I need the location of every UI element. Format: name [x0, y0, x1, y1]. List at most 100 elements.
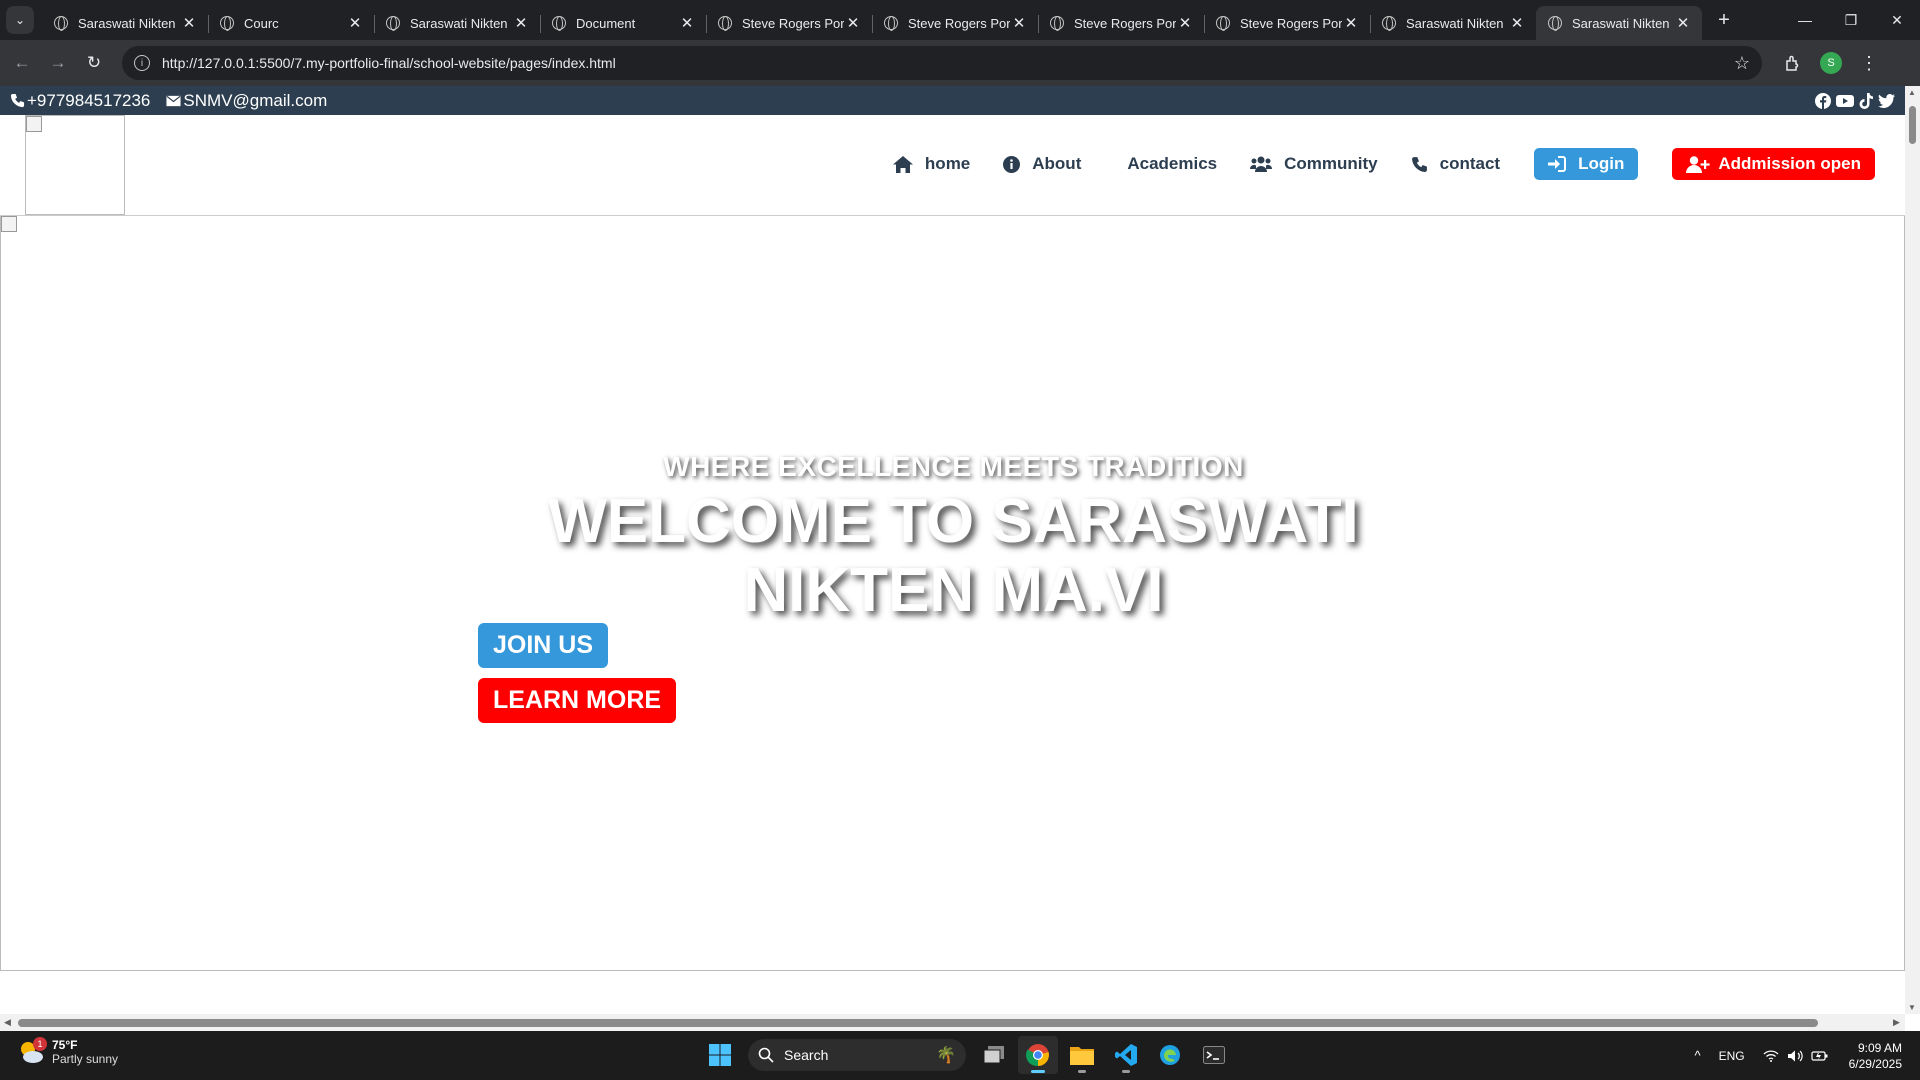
site-header: home About Academics Community contact L…	[0, 115, 1905, 216]
facebook-icon[interactable]	[1815, 92, 1831, 109]
folder-icon	[1070, 1047, 1094, 1065]
browser-tab[interactable]: Steve Rogers Portf ✕	[872, 6, 1038, 40]
horizontal-scroll-thumb[interactable]	[18, 1019, 1818, 1027]
browser-tab[interactable]: Document ✕	[540, 6, 706, 40]
address-bar[interactable]: i http://127.0.0.1:5500/7.my-portfolio-f…	[122, 46, 1762, 80]
tab-search-button[interactable]: ⌄	[6, 6, 34, 34]
close-window-button[interactable]: ✕	[1874, 0, 1920, 40]
new-tab-button[interactable]: +	[1710, 9, 1738, 32]
address-url[interactable]: http://127.0.0.1:5500/7.my-portfolio-fin…	[162, 55, 1734, 71]
bookmark-star-icon[interactable]: ☆	[1734, 53, 1750, 74]
wifi-icon[interactable]	[1763, 1049, 1779, 1062]
system-clock[interactable]: 9:09 AM 6/29/2025	[1849, 1040, 1902, 1072]
close-tab-icon[interactable]: ✕	[1508, 14, 1526, 32]
browser-tab[interactable]: Saraswati Nikten M ✕	[374, 6, 540, 40]
battery-icon[interactable]	[1811, 1049, 1829, 1063]
tab-title: Steve Rogers Portf	[742, 15, 844, 31]
scroll-up-icon[interactable]: ▲	[1908, 88, 1916, 97]
horizontal-scrollbar[interactable]: ◀ ▶	[0, 1014, 1905, 1031]
browser-menu-icon[interactable]: ⋮	[1860, 53, 1878, 74]
tab-title: Saraswati Nikten M	[78, 15, 180, 31]
chrome-app[interactable]	[1018, 1036, 1058, 1074]
taskbar-search[interactable]: Search 🌴	[748, 1039, 966, 1071]
close-tab-icon[interactable]: ✕	[1674, 14, 1692, 32]
globe-icon	[1382, 16, 1396, 31]
forward-button[interactable]: →	[40, 53, 76, 73]
weather-desc: Partly sunny	[52, 1052, 119, 1066]
vertical-scrollbar[interactable]: ▲ ▼	[1905, 86, 1920, 1014]
search-highlight-icon: 🌴	[936, 1047, 956, 1064]
close-tab-icon[interactable]: ✕	[512, 14, 530, 32]
windows-logo-icon	[709, 1044, 731, 1066]
admission-label: Addmission open	[1718, 154, 1861, 173]
login-button[interactable]: Login	[1534, 148, 1639, 180]
nav-about[interactable]: About	[1003, 154, 1081, 174]
join-us-button[interactable]: JOIN US	[478, 623, 609, 668]
nav-community-label: Community	[1284, 154, 1378, 173]
page-viewport: +977984517236 SNMV@gmail.com home About	[0, 86, 1905, 1014]
site-info-icon[interactable]: i	[134, 55, 150, 71]
vscode-icon	[1115, 1044, 1137, 1066]
volume-icon[interactable]	[1787, 1049, 1803, 1063]
nav-contact[interactable]: contact	[1411, 154, 1500, 174]
close-tab-icon[interactable]: ✕	[844, 14, 862, 32]
close-tab-icon[interactable]: ✕	[346, 14, 364, 32]
learn-more-button[interactable]: LEARN MORE	[478, 678, 677, 723]
weather-widget[interactable]: 1 75°F Partly sunny	[18, 1037, 119, 1066]
twitter-icon[interactable]	[1878, 93, 1895, 108]
vscode-app[interactable]	[1106, 1036, 1146, 1074]
task-view-button[interactable]	[974, 1036, 1014, 1074]
main-nav: home About Academics Community contact L…	[860, 148, 1875, 180]
phone-icon	[10, 93, 25, 108]
scroll-down-icon[interactable]: ▼	[1908, 1003, 1916, 1012]
reload-button[interactable]: ↻	[76, 53, 112, 73]
contact-topbar: +977984517236 SNMV@gmail.com	[0, 86, 1905, 115]
close-tab-icon[interactable]: ✕	[180, 14, 198, 32]
start-button[interactable]	[700, 1036, 740, 1074]
nav-home[interactable]: home	[892, 154, 970, 174]
nav-academics-label: Academics	[1127, 154, 1218, 173]
back-button[interactable]: ←	[4, 53, 40, 73]
hero-title: WELCOME TO SARASWATI NIKTEN MA.VI	[548, 487, 1359, 625]
tray-overflow-chevron-icon[interactable]: ^	[1694, 1048, 1700, 1063]
close-tab-icon[interactable]: ✕	[1176, 14, 1194, 32]
close-tab-icon[interactable]: ✕	[1010, 14, 1028, 32]
close-tab-icon[interactable]: ✕	[1342, 14, 1360, 32]
terminal-icon	[1203, 1046, 1225, 1064]
globe-icon	[1548, 16, 1562, 31]
language-indicator[interactable]: ENG	[1719, 1049, 1745, 1063]
close-tab-icon[interactable]: ✕	[678, 14, 696, 32]
globe-icon	[884, 16, 898, 31]
admission-button[interactable]: Addmission open	[1672, 148, 1875, 180]
browser-tab[interactable]: Saraswati Nikten M ✕	[1370, 6, 1536, 40]
browser-tab[interactable]: Steve Rogers Portf ✕	[1038, 6, 1204, 40]
extensions-icon[interactable]	[1784, 54, 1802, 72]
nav-contact-label: contact	[1439, 154, 1501, 173]
profile-avatar[interactable]: S	[1820, 52, 1842, 74]
globe-icon	[220, 16, 234, 31]
tab-title: Document	[576, 15, 636, 31]
nav-community[interactable]: Community	[1250, 154, 1378, 174]
login-label: Login	[1578, 154, 1625, 173]
scroll-left-icon[interactable]: ◀	[4, 1017, 11, 1028]
minimize-button[interactable]: —	[1782, 0, 1828, 40]
tiktok-icon[interactable]	[1859, 92, 1873, 109]
youtube-icon[interactable]	[1836, 94, 1854, 108]
tab-title: Courc	[244, 15, 279, 31]
browser-tab[interactable]: Courc ✕	[208, 6, 374, 40]
school-logo[interactable]	[25, 115, 125, 215]
vertical-scroll-thumb[interactable]	[1909, 106, 1916, 144]
file-explorer-app[interactable]	[1062, 1036, 1102, 1074]
phone-number: +977984517236	[27, 90, 151, 110]
terminal-app[interactable]	[1194, 1036, 1234, 1074]
globe-icon	[386, 16, 400, 31]
browser-tab[interactable]: Saraswati Nikten M ✕	[42, 6, 208, 40]
envelope-icon	[166, 95, 181, 106]
restore-button[interactable]: ❐	[1828, 0, 1874, 40]
scroll-right-icon[interactable]: ▶	[1893, 1017, 1900, 1028]
edge-app[interactable]	[1150, 1036, 1190, 1074]
browser-tab-active[interactable]: Saraswati Nikten M ✕	[1536, 6, 1702, 40]
browser-tab[interactable]: Steve Rogers Portf ✕	[706, 6, 872, 40]
nav-academics[interactable]: Academics	[1127, 154, 1217, 174]
browser-tab[interactable]: Steve Rogers Portf ✕	[1204, 6, 1370, 40]
